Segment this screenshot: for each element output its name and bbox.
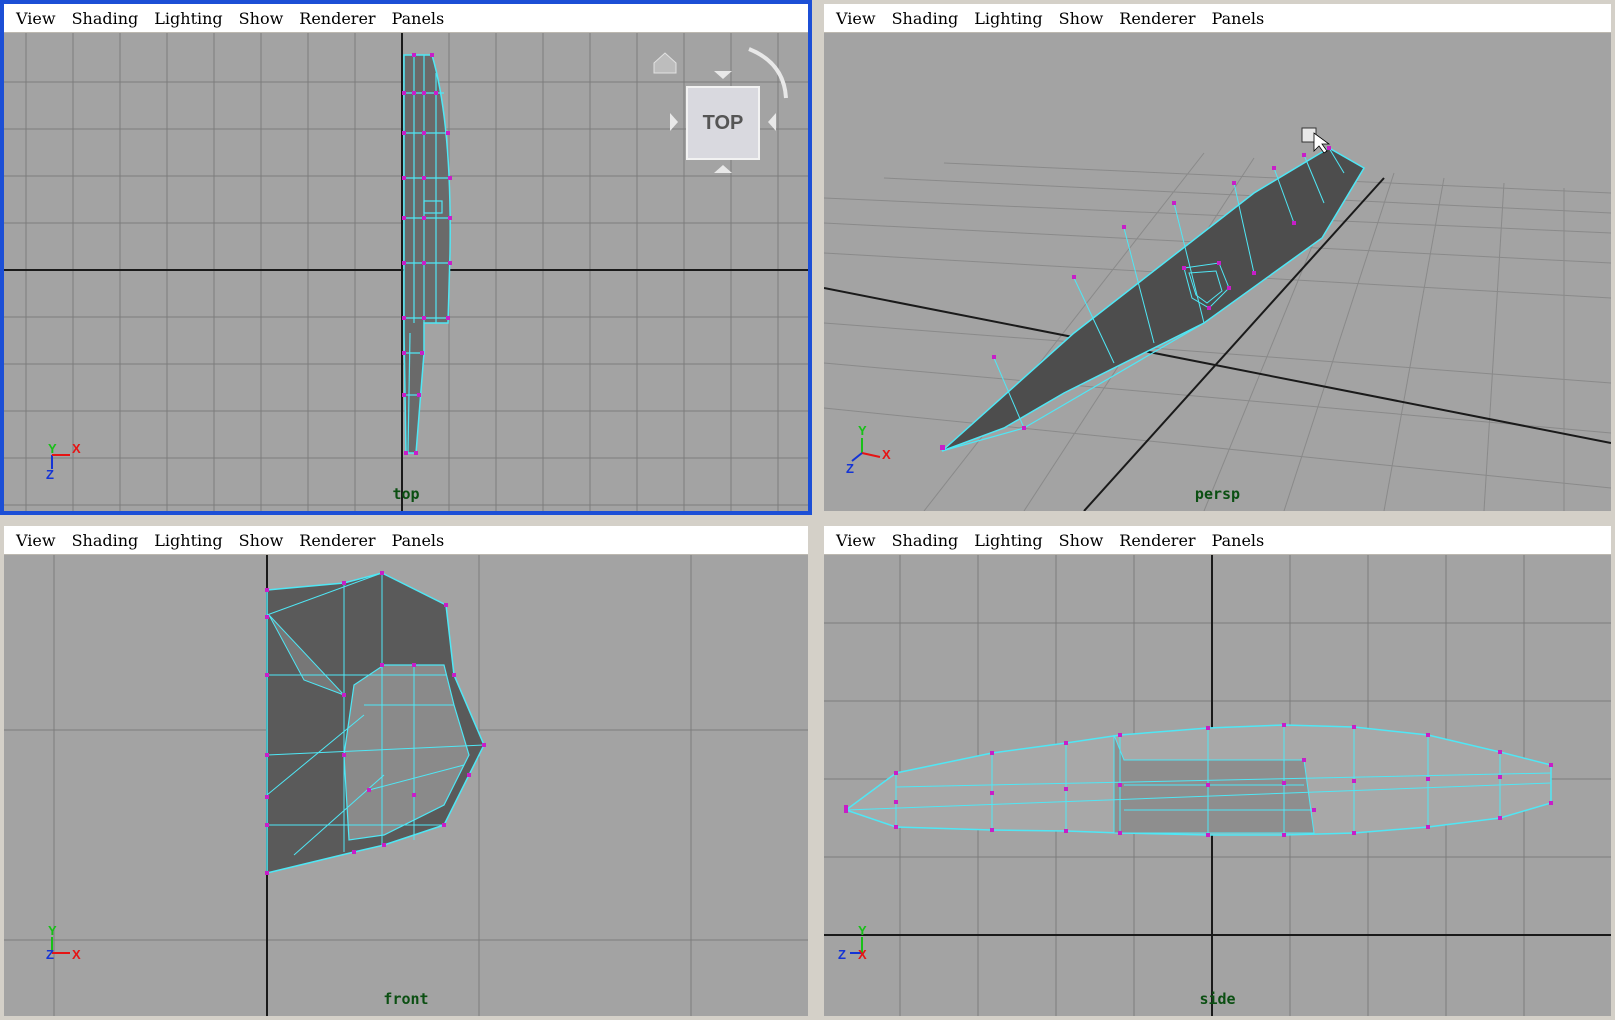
menu-view[interactable]: View (836, 9, 876, 28)
pointer-arrow-icon (1313, 132, 1331, 154)
front-axis-y-label: Y (48, 923, 57, 938)
top-axis-z-label: Z (46, 467, 54, 482)
side-camera-label: side (1199, 990, 1236, 1008)
persp-mesh (940, 127, 1366, 452)
side-mesh (844, 723, 1553, 837)
side-axis-y-label: Y (858, 923, 867, 938)
menu-lighting[interactable]: Lighting (974, 531, 1042, 550)
menu-shading[interactable]: Shading (72, 531, 139, 550)
menu-renderer[interactable]: Renderer (1119, 531, 1195, 550)
menu-renderer[interactable]: Renderer (299, 531, 375, 550)
menu-panels[interactable]: Panels (392, 531, 445, 550)
menu-shading[interactable]: Shading (892, 9, 959, 28)
front-panel-menubar: View Shading Lighting Show Renderer Pane… (4, 526, 808, 555)
persp-axis-z-label: Z (846, 461, 854, 476)
top-viewport-canvas[interactable]: TOP Y X Z (4, 33, 808, 511)
front-axis-z-label: Z (46, 947, 54, 962)
persp-axis-y-label: Y (858, 423, 867, 438)
top-axis-y-label: Y (48, 441, 57, 456)
menu-renderer[interactable]: Renderer (299, 9, 375, 28)
side-viewport[interactable]: Y Z X side (824, 555, 1611, 1016)
top-camera-label: top (392, 485, 420, 503)
arrow-up-icon[interactable] (714, 71, 732, 79)
front-axis-gizmo: Y Z X (46, 923, 81, 962)
menu-lighting[interactable]: Lighting (154, 531, 222, 550)
persp-view-panel[interactable]: View Shading Lighting Show Renderer Pane… (820, 0, 1615, 515)
front-viewport-canvas[interactable]: Y Z X (4, 555, 808, 1016)
top-viewport[interactable]: TOP Y X Z top (4, 33, 808, 511)
side-axis-gizmo: Y Z X (838, 923, 867, 962)
persp-viewport-canvas[interactable]: Y X Z (824, 33, 1611, 511)
persp-axis-x-label: X (882, 447, 891, 462)
menu-panels[interactable]: Panels (1212, 9, 1265, 28)
menu-show[interactable]: Show (239, 9, 284, 28)
front-view-panel[interactable]: View Shading Lighting Show Renderer Pane… (0, 522, 812, 1020)
persp-axis-gizmo: Y X Z (846, 423, 891, 476)
menu-view[interactable]: View (16, 9, 56, 28)
front-camera-label: front (383, 990, 429, 1008)
home-icon[interactable] (653, 52, 677, 74)
persp-grid (824, 152, 1611, 511)
side-panel-menubar: View Shading Lighting Show Renderer Pane… (824, 526, 1611, 555)
arrow-down-icon[interactable] (714, 165, 732, 173)
front-axis-x-label: X (72, 947, 81, 962)
top-axis-x-label: X (72, 441, 81, 456)
menu-view[interactable]: View (16, 531, 56, 550)
top-view-panel[interactable]: View Shading Lighting Show Renderer Pane… (0, 0, 812, 515)
menu-show[interactable]: Show (1059, 531, 1104, 550)
arrow-right-icon[interactable] (768, 113, 776, 131)
menu-shading[interactable]: Shading (892, 531, 959, 550)
menu-panels[interactable]: Panels (392, 9, 445, 28)
top-mesh-wireframe (402, 53, 452, 455)
arrow-left-icon[interactable] (670, 113, 678, 131)
menu-lighting[interactable]: Lighting (154, 9, 222, 28)
menu-panels[interactable]: Panels (1212, 531, 1265, 550)
menu-view[interactable]: View (836, 531, 876, 550)
side-axis-x-label: X (858, 947, 867, 962)
view-cube[interactable]: TOP (653, 47, 788, 173)
persp-camera-label: persp (1194, 485, 1241, 503)
menu-shading[interactable]: Shading (72, 9, 139, 28)
menu-show[interactable]: Show (1059, 9, 1104, 28)
menu-lighting[interactable]: Lighting (974, 9, 1042, 28)
side-view-panel[interactable]: View Shading Lighting Show Renderer Pane… (820, 522, 1615, 1020)
persp-viewport[interactable]: Y X Z persp (824, 33, 1611, 511)
menu-renderer[interactable]: Renderer (1119, 9, 1195, 28)
top-axis-gizmo: Y X Z (46, 441, 81, 482)
view-cube-label: TOP (703, 112, 744, 134)
top-panel-menubar: View Shading Lighting Show Renderer Pane… (4, 4, 808, 33)
persp-panel-menubar: View Shading Lighting Show Renderer Pane… (824, 4, 1611, 33)
menu-show[interactable]: Show (239, 531, 284, 550)
front-viewport[interactable]: Y Z X front (4, 555, 808, 1016)
side-viewport-canvas[interactable]: Y Z X (824, 555, 1611, 1016)
front-mesh (265, 571, 486, 875)
side-axis-z-label: Z (838, 947, 846, 962)
